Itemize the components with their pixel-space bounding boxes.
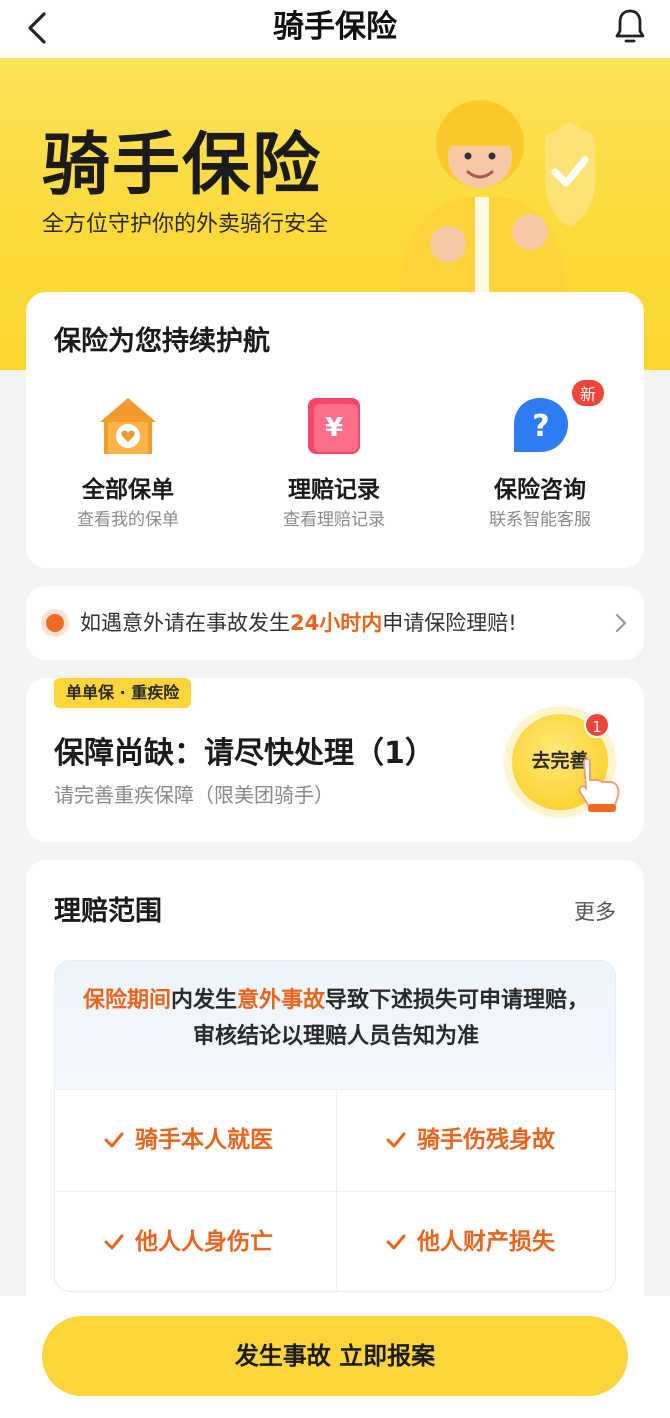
notice-text: 如遇意外请在事故发生24小时内申请保险理赔! [80,611,517,635]
pending-coverage-card[interactable]: 单单保 · 重疾险 保障尚缺：请尽快处理（1） 请完善重疾保障（限美团骑手） 去… [26,678,644,842]
claim-records-label: 理赔记录 [288,477,380,503]
all-policies-entry[interactable]: 全部保单 查看我的保单 [28,392,228,542]
svg-text:¥: ¥ [325,413,343,443]
scope-item: 他人人身伤亡 [55,1191,336,1291]
scope-item: 骑手本人就医 [55,1089,336,1191]
svg-text:?: ? [532,409,549,444]
check-icon [386,1132,406,1148]
services-card: 保险为您持续护航 全部保单 查看我的保单 ¥ 理赔记录 查看理赔记录 ? 新 保… [26,292,644,568]
bottom-bar: 发生事故 立即报案 [0,1296,670,1418]
claim-records-entry[interactable]: ¥ 理赔记录 查看理赔记录 [234,392,434,542]
hero-subtitle: 全方位守护你的外卖骑行安全 [42,212,329,237]
claim-notice-bar[interactable]: 如遇意外请在事故发生24小时内申请保险理赔! [26,586,644,660]
report-accident-button[interactable]: 发生事故 立即报案 [42,1316,628,1396]
pending-subtitle: 请完善重疾保障（限美团骑手） [54,783,334,807]
notice-dot-icon [46,614,64,632]
top-nav-bar: 骑手保险 [0,0,670,58]
claim-scope-card: 理赔范围 更多 保险期间内发生意外事故导致下述损失可申请理赔，审核结论以理赔人员… [26,860,644,1320]
hero-title: 骑手保险 [42,126,323,205]
pointing-hand-icon [578,758,620,812]
check-icon [386,1234,406,1250]
scope-item: 骑手伤残身故 [336,1089,615,1191]
rider-mascot-illustration [400,100,595,297]
claim-scope-description: 保险期间内发生意外事故导致下述损失可申请理赔，审核结论以理赔人员告知为准 [55,961,615,1089]
all-policies-desc: 查看我的保单 [77,510,179,530]
notice-highlight: 24小时内 [290,611,383,635]
more-link[interactable]: 更多 [574,896,616,928]
insurance-consult-entry[interactable]: ? 新 保险咨询 联系智能客服 [440,378,640,542]
claim-records-desc: 查看理赔记录 [283,510,385,530]
scope-item: 他人财产损失 [336,1191,615,1291]
claim-scope-box: 保险期间内发生意外事故导致下述损失可申请理赔，审核结论以理赔人员告知为准 骑手本… [54,960,616,1292]
insurance-consult-label: 保险咨询 [494,477,586,503]
product-tag: 单单保 · 重疾险 [54,678,192,708]
pending-title: 保障尚缺：请尽快处理（1） [54,736,435,771]
page-title: 骑手保险 [273,9,397,45]
new-badge: 新 [570,378,606,408]
check-icon [104,1132,124,1148]
question-bubble-icon: ? [514,398,568,452]
insurance-consult-desc: 联系智能客服 [489,510,591,530]
chevron-right-icon [615,613,627,633]
all-policies-label: 全部保单 [82,477,174,503]
house-heart-icon [100,398,156,454]
services-heading: 保险为您持续护航 [54,326,270,357]
bell-icon[interactable] [612,6,648,46]
check-icon [104,1234,124,1250]
claim-scope-heading: 理赔范围 [54,896,162,927]
complete-count-badge: 1 [584,712,610,738]
yuan-document-icon: ¥ [308,398,360,454]
